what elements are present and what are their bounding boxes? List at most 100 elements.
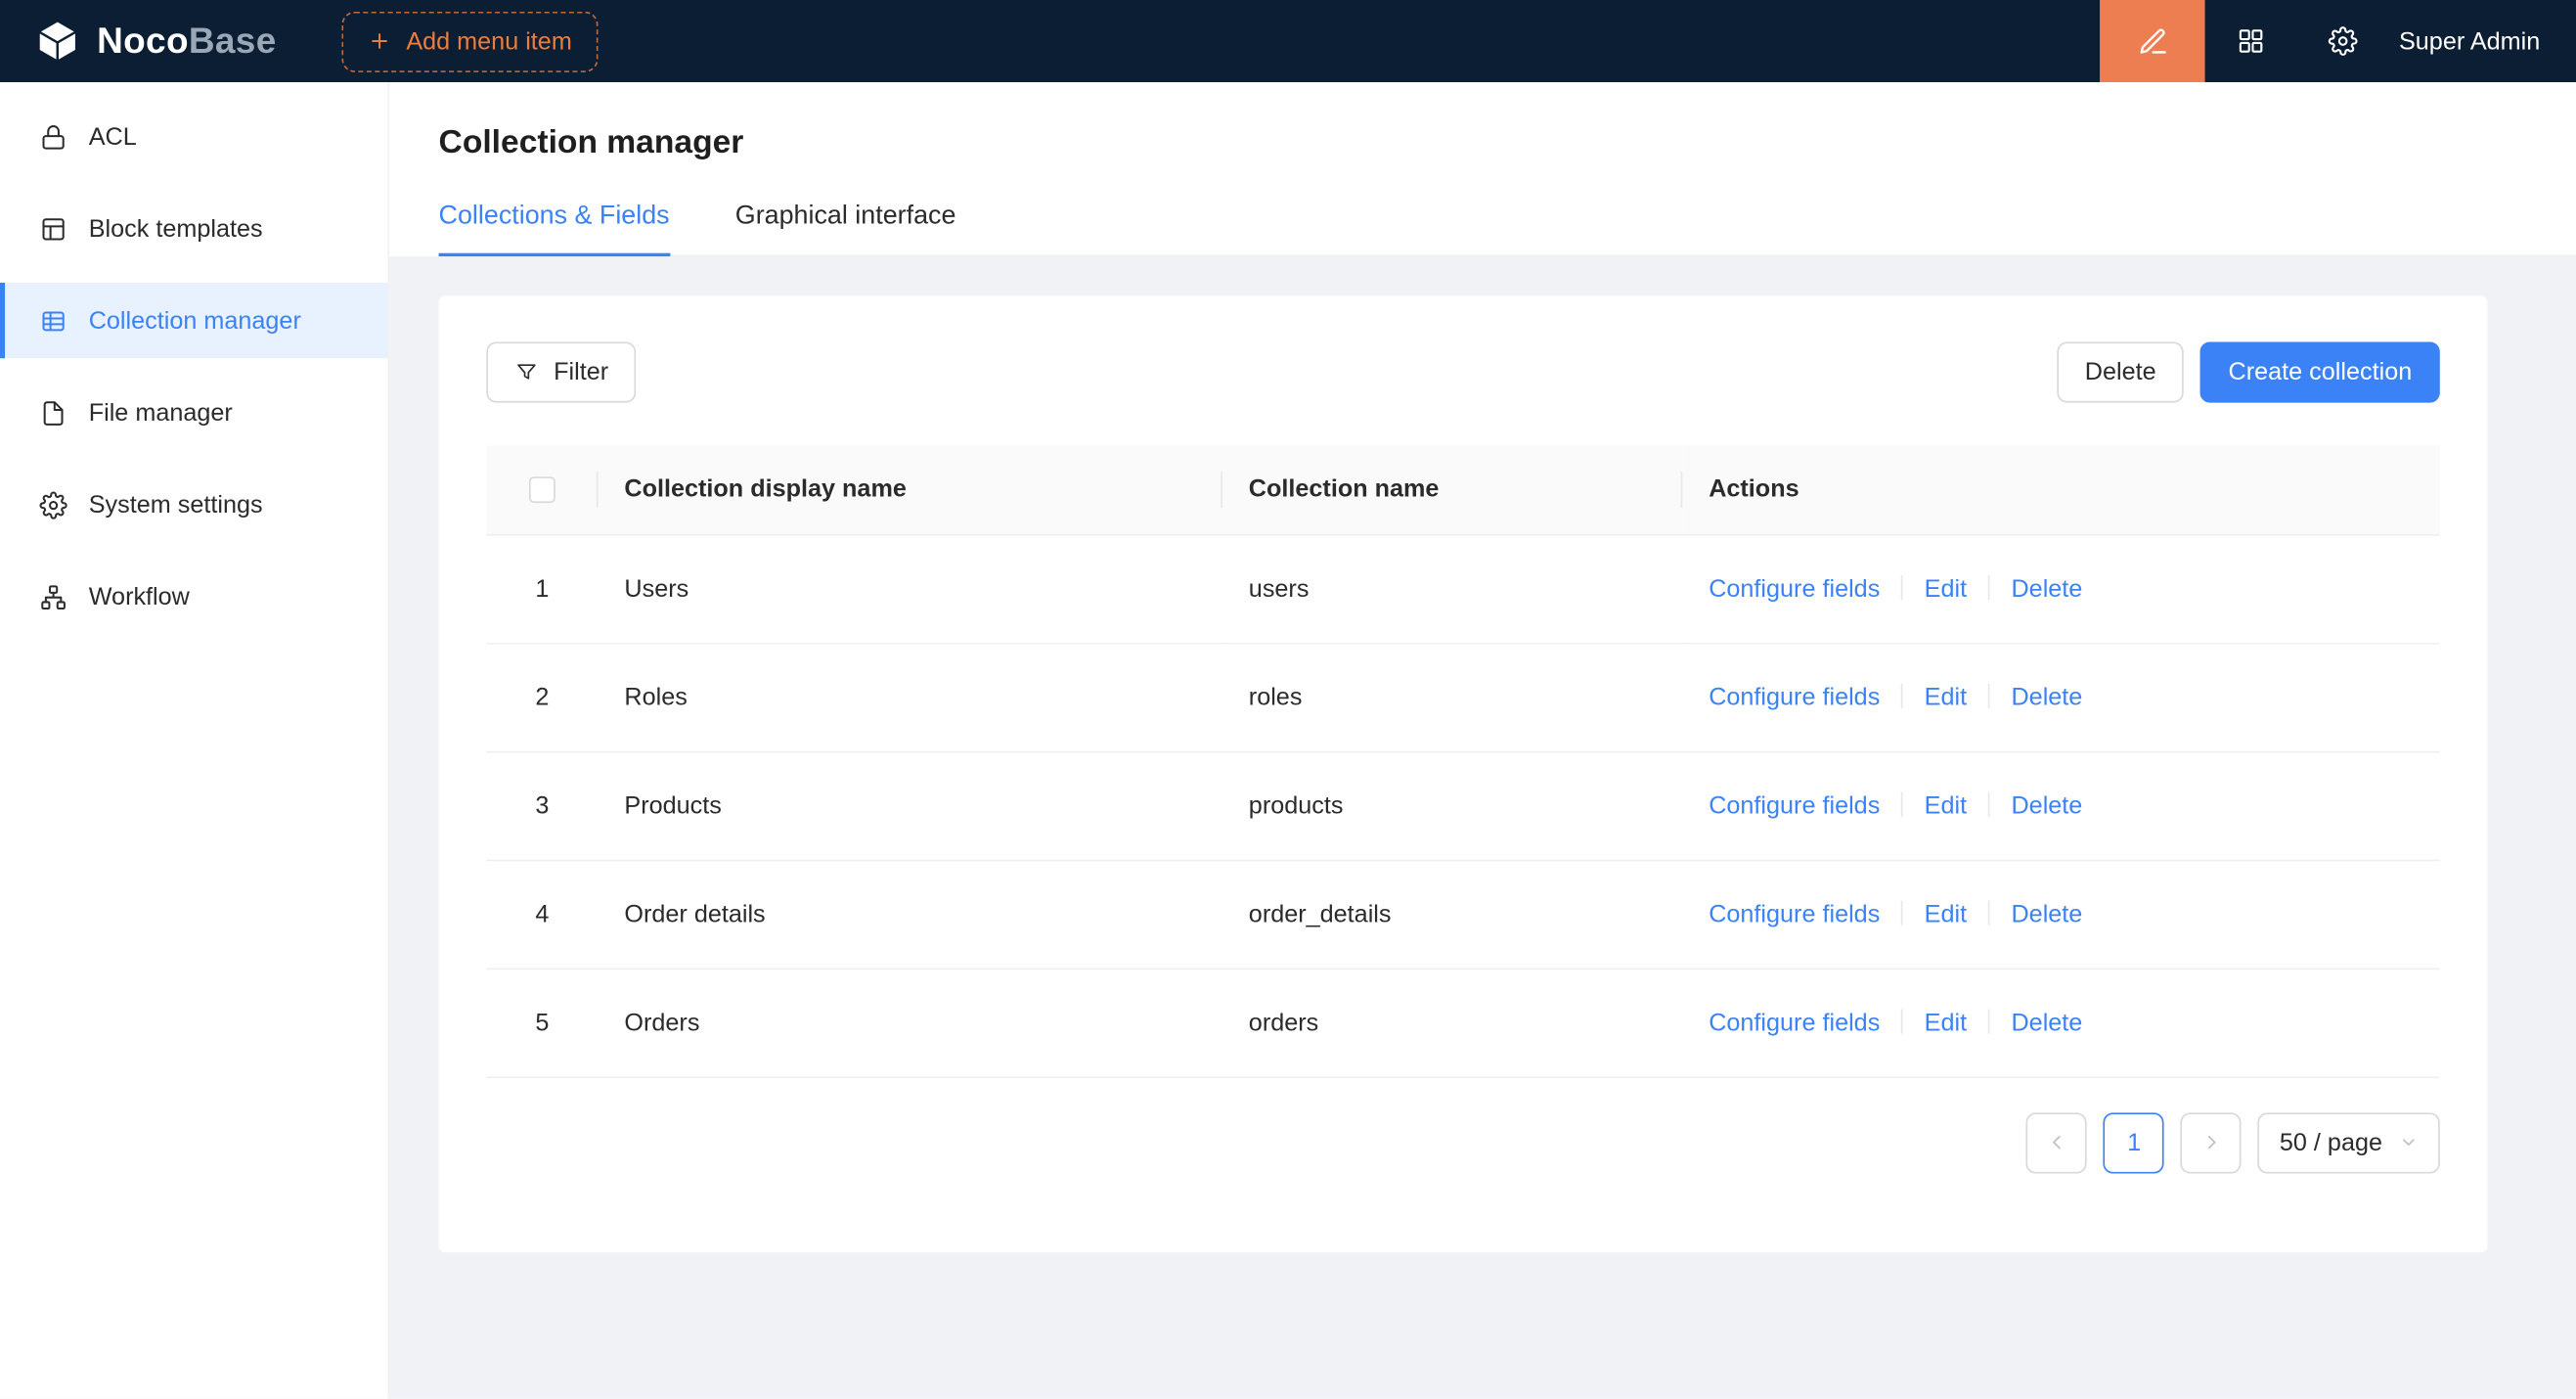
table-header-row: Collection display name Collection name … <box>486 445 2440 534</box>
filter-button-label: Filter <box>554 358 608 386</box>
row-index: 4 <box>486 860 598 969</box>
sidebar-item-workflow[interactable]: Workflow <box>0 559 387 634</box>
delete-link[interactable]: Delete <box>2011 900 2082 928</box>
action-divider <box>1901 900 1903 925</box>
cell-display-name: Roles <box>599 643 1222 751</box>
delete-link[interactable]: Delete <box>2011 574 2082 603</box>
table-row: 3 Products products Configure fieldsEdit… <box>486 751 2440 860</box>
configure-fields-link[interactable]: Configure fields <box>1709 1009 1880 1037</box>
action-divider <box>1901 1009 1903 1033</box>
chevron-down-icon <box>2399 1133 2419 1152</box>
cell-display-name: Order details <box>599 860 1222 969</box>
action-divider <box>1988 791 1990 816</box>
sidebar-item-collection-manager[interactable]: Collection manager <box>0 283 387 358</box>
brand-logo[interactable]: NocoBase <box>0 17 277 66</box>
tab-graphical-interface[interactable]: Graphical interface <box>735 203 956 255</box>
edit-link[interactable]: Edit <box>1925 791 1967 820</box>
cell-collection-name: order_details <box>1222 860 1682 969</box>
configure-fields-link[interactable]: Configure fields <box>1709 900 1880 928</box>
sidebar-item-acl[interactable]: ACL <box>0 99 387 174</box>
delete-link[interactable]: Delete <box>2011 683 2082 711</box>
row-index: 1 <box>486 534 598 643</box>
select-all-checkbox[interactable] <box>529 477 555 504</box>
nocobase-logo-icon <box>33 17 82 66</box>
sidebar-item-label: Block templates <box>89 214 263 243</box>
configure-fields-link[interactable]: Configure fields <box>1709 683 1880 711</box>
action-divider <box>1988 574 1990 599</box>
content-area: Filter Delete Create collection <box>389 256 2576 1399</box>
tab-label: Collections & Fields <box>439 203 670 231</box>
cell-collection-name: orders <box>1222 969 1682 1077</box>
highlighter-pen-icon <box>2137 25 2168 57</box>
table-row: 5 Orders orders Configure fieldsEditDele… <box>486 969 2440 1077</box>
page-size-select[interactable]: 50 / page <box>2258 1112 2440 1173</box>
edit-link[interactable]: Edit <box>1925 683 1967 711</box>
configure-fields-link[interactable]: Configure fields <box>1709 791 1880 820</box>
workflow-icon <box>39 583 67 611</box>
chevron-left-icon <box>2047 1133 2066 1152</box>
system-settings-button[interactable] <box>2297 0 2389 82</box>
configure-fields-link[interactable]: Configure fields <box>1709 574 1880 603</box>
current-user[interactable]: Super Admin <box>2389 27 2576 56</box>
delete-link[interactable]: Delete <box>2011 1009 2082 1037</box>
pagination-page-1[interactable]: 1 <box>2104 1112 2164 1173</box>
cell-collection-name: users <box>1222 534 1682 643</box>
delete-link[interactable]: Delete <box>2011 791 2082 820</box>
action-divider <box>1988 683 1990 707</box>
delete-button[interactable]: Delete <box>2057 341 2184 402</box>
header-actions: Super Admin <box>2100 0 2576 82</box>
filter-button[interactable]: Filter <box>486 341 636 402</box>
edit-link[interactable]: Edit <box>1925 1009 1967 1037</box>
cell-actions: Configure fields Edit Delete <box>1682 751 2439 860</box>
lock-icon <box>39 122 67 151</box>
collections-card: Filter Delete Create collection <box>439 295 2488 1251</box>
sidebar-item-block-templates[interactable]: Block templates <box>0 191 387 266</box>
cell-display-name: Users <box>599 534 1222 643</box>
cell-actions: Configure fields Edit Delete <box>1682 534 2439 643</box>
add-menu-item-label: Add menu item <box>406 27 571 56</box>
sidebar-item-file-manager[interactable]: File manager <box>0 375 387 450</box>
pagination-prev-button[interactable] <box>2026 1112 2087 1173</box>
main-layout: ACL Block templates Collection manager F… <box>0 82 2576 1399</box>
cell-actions: Configure fields Edit Delete <box>1682 643 2439 751</box>
table-row: 4 Order details order_details Configure … <box>486 860 2440 969</box>
pagination-next-button[interactable] <box>2181 1112 2242 1173</box>
column-header-name: Collection name <box>1222 445 1682 534</box>
add-menu-item-button[interactable]: Add menu item <box>342 11 599 71</box>
create-collection-label: Create collection <box>2229 358 2413 386</box>
action-divider <box>1988 900 1990 925</box>
ui-editor-button[interactable] <box>2100 0 2205 82</box>
action-divider <box>1901 791 1903 816</box>
file-icon <box>39 398 67 427</box>
chevron-right-icon <box>2201 1133 2221 1152</box>
layout-icon <box>39 214 67 243</box>
edit-link[interactable]: Edit <box>1925 900 1967 928</box>
sidebar-item-label: File manager <box>89 398 233 427</box>
plugins-button[interactable] <box>2205 0 2297 82</box>
create-collection-button[interactable]: Create collection <box>2200 341 2440 402</box>
cell-display-name: Orders <box>599 969 1222 1077</box>
page-title: Collection manager <box>439 125 2576 163</box>
gear-icon <box>39 490 67 519</box>
row-index: 2 <box>486 643 598 751</box>
sidebar-item-label: Collection manager <box>89 306 301 335</box>
page-header: Collection manager Collections & Fields … <box>389 82 2576 256</box>
table-icon <box>39 306 67 335</box>
table-row: 1 Users users Configure fields Edit Delete <box>486 534 2440 643</box>
plus-icon <box>369 29 392 53</box>
tab-collections-and-fields[interactable]: Collections & Fields <box>439 203 670 255</box>
toolbar-right: Delete Create collection <box>2057 341 2440 402</box>
filter-funnel-icon <box>514 360 539 384</box>
table-toolbar: Filter Delete Create collection <box>486 341 2440 402</box>
edit-link[interactable]: Edit <box>1925 574 1967 603</box>
cell-collection-name: products <box>1222 751 1682 860</box>
sidebar-item-system-settings[interactable]: System settings <box>0 467 387 542</box>
action-divider <box>1988 1009 1990 1033</box>
pagination: 1 50 / page <box>486 1112 2440 1173</box>
cell-collection-name: roles <box>1222 643 1682 751</box>
sidebar-item-label: Workflow <box>89 583 190 611</box>
app-root: NocoBase Add menu item <box>0 0 2576 1399</box>
action-divider <box>1901 574 1903 599</box>
brand-name-bold: Noco <box>97 20 189 61</box>
column-header-display-name: Collection display name <box>599 445 1222 534</box>
